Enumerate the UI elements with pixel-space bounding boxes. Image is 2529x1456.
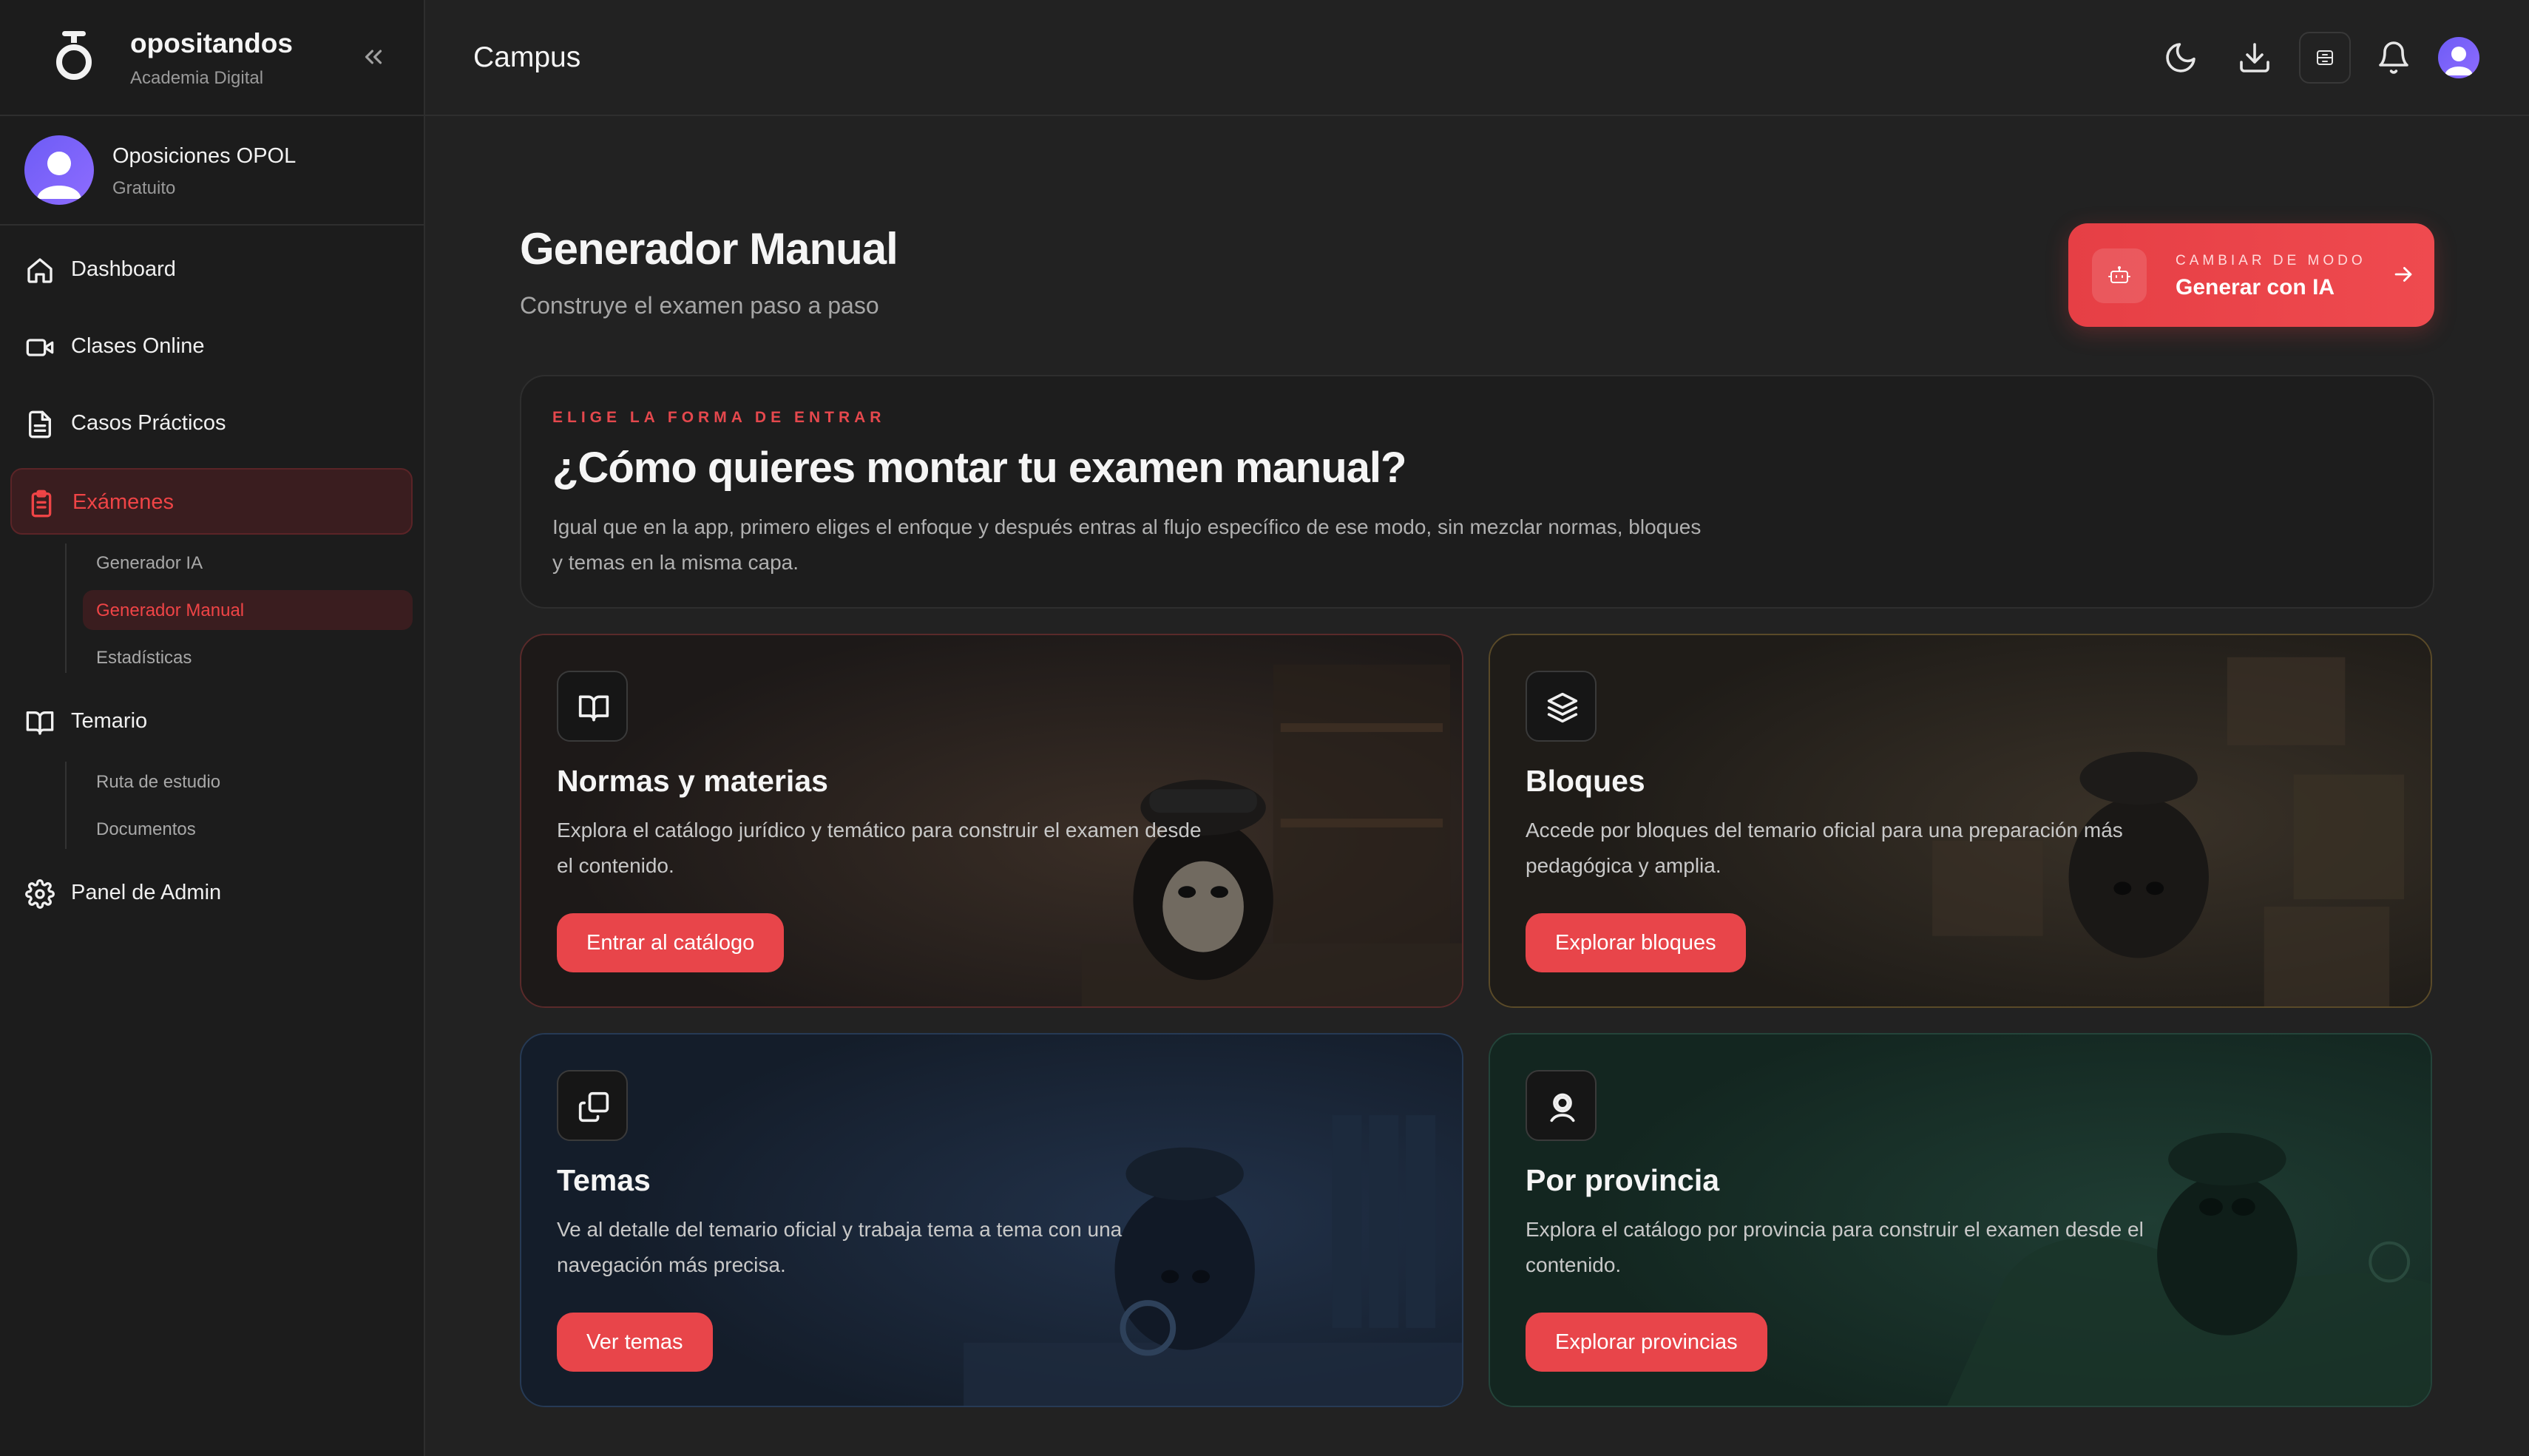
brand-logo-icon: [52, 28, 96, 81]
sidebar-subitem-label: Estadísticas: [96, 648, 192, 668]
collapse-sidebar-icon[interactable]: [359, 43, 387, 71]
layers-icon: [1526, 671, 1597, 742]
switch-mode-kicker: CAMBIAR DE MODO: [2176, 253, 2366, 268]
sidebar-item-temario[interactable]: Temario: [10, 688, 413, 755]
page-title: Generador Manual: [520, 224, 898, 274]
submenu-divider: [65, 544, 67, 673]
sidebar-subitem-label: Ruta de estudio: [96, 772, 221, 792]
sidebar-subitem-label: Generador IA: [96, 553, 203, 573]
switch-mode-label: Generar con IA: [2176, 275, 2335, 299]
user-avatar[interactable]: [2438, 37, 2479, 78]
sidebar-item-panel-admin[interactable]: Panel de Admin: [10, 860, 413, 927]
sidebar-subitem-generador-manual[interactable]: Generador Manual: [83, 590, 413, 630]
sidebar-item-casos-practicos[interactable]: Casos Prácticos: [10, 390, 413, 457]
card-temas: Temas Ve al detalle del temario oficial …: [520, 1033, 1463, 1407]
sidebar: opositandos Academia Digital Oposiciones…: [0, 0, 425, 1456]
sidebar-item-examenes[interactable]: Exámenes: [10, 468, 413, 535]
account-plan: Gratuito: [112, 178, 176, 198]
document-icon: [25, 410, 55, 439]
intro-title: ¿Cómo quieres montar tu examen manual?: [552, 444, 1406, 492]
robot-icon: [2092, 248, 2147, 303]
sidebar-item-label: Casos Prácticos: [71, 411, 226, 435]
explore-provinces-button[interactable]: Explorar provincias: [1526, 1313, 1767, 1372]
open-book-icon: [557, 671, 628, 742]
card-title: Normas y materias: [557, 764, 828, 798]
switch-mode-button[interactable]: CAMBIAR DE MODO Generar con IA: [2068, 223, 2434, 327]
brand-subtitle: Academia Digital: [130, 68, 264, 88]
topbar: Campus: [425, 0, 2529, 116]
sidebar-subitem-documentos[interactable]: Documentos: [83, 809, 413, 849]
brand-header: opositandos Academia Digital: [0, 0, 424, 116]
sidebar-item-dashboard[interactable]: Dashboard: [10, 237, 413, 303]
home-icon: [25, 256, 55, 285]
intro-panel: ELIGE LA FORMA DE ENTRAR ¿Cómo quieres m…: [520, 375, 2434, 609]
sidebar-item-label: Exámenes: [72, 490, 175, 514]
sidebar-subitem-label: Documentos: [96, 819, 196, 839]
account-name: Oposiciones OPOL: [112, 144, 297, 168]
open-book-icon: [25, 708, 55, 737]
account-switcher[interactable]: Oposiciones OPOL Gratuito: [0, 116, 424, 226]
sidebar-item-label: Clases Online: [71, 334, 205, 358]
download-icon[interactable]: [2237, 40, 2272, 75]
enter-catalog-button[interactable]: Entrar al catálogo: [557, 913, 785, 972]
video-camera-icon: [25, 333, 55, 362]
submenu-divider: [65, 762, 67, 849]
sidebar-subitem-label: Generador Manual: [96, 600, 245, 620]
card-title: Bloques: [1526, 764, 1645, 798]
card-bloques: Bloques Accede por bloques del temario o…: [1489, 634, 2432, 1008]
sidebar-item-clases-online[interactable]: Clases Online: [10, 314, 413, 380]
intro-kicker: ELIGE LA FORMA DE ENTRAR: [552, 409, 886, 426]
card-title: Temas: [557, 1163, 651, 1197]
sidebar-item-label: Panel de Admin: [71, 881, 222, 904]
sidebar-subitem-estadisticas[interactable]: Estadísticas: [83, 637, 413, 677]
sidebar-item-label: Dashboard: [71, 257, 176, 281]
bell-icon[interactable]: [2376, 40, 2411, 75]
intro-description: Igual que en la app, primero eliges el e…: [552, 515, 1702, 574]
arrow-right-icon: [2391, 262, 2416, 287]
card-description: Explora el catálogo jurídico y temático …: [557, 819, 1202, 877]
map-pin-icon: [1526, 1070, 1597, 1141]
gear-icon: [25, 879, 55, 909]
page-subtitle: Construye el examen paso a paso: [520, 292, 879, 319]
explore-blocks-button[interactable]: Explorar bloques: [1526, 913, 1746, 972]
sidebar-subitem-generador-ia[interactable]: Generador IA: [83, 543, 413, 583]
card-description: Explora el catálogo por provincia para c…: [1526, 1218, 2144, 1276]
moon-icon[interactable]: [2163, 40, 2198, 75]
view-topics-button[interactable]: Ver temas: [557, 1313, 713, 1372]
page-section-title: Campus: [473, 41, 581, 73]
card-title: Por provincia: [1526, 1163, 1720, 1197]
avatar: [24, 135, 94, 205]
card-por-provincia: Por provincia Explora el catálogo por pr…: [1489, 1033, 2432, 1407]
sidebar-subitem-ruta-de-estudio[interactable]: Ruta de estudio: [83, 762, 413, 802]
card-description: Accede por bloques del temario oficial p…: [1526, 819, 2123, 877]
clipboard-list-icon: [27, 489, 56, 518]
copy-icon: [557, 1070, 628, 1141]
card-normas-materias: Normas y materias Explora el catálogo ju…: [520, 634, 1463, 1008]
archive-icon[interactable]: [2299, 32, 2351, 84]
brand-name: opositandos: [130, 28, 293, 58]
card-description: Ve al detalle del temario oficial y trab…: [557, 1218, 1123, 1276]
sidebar-item-label: Temario: [71, 709, 148, 733]
